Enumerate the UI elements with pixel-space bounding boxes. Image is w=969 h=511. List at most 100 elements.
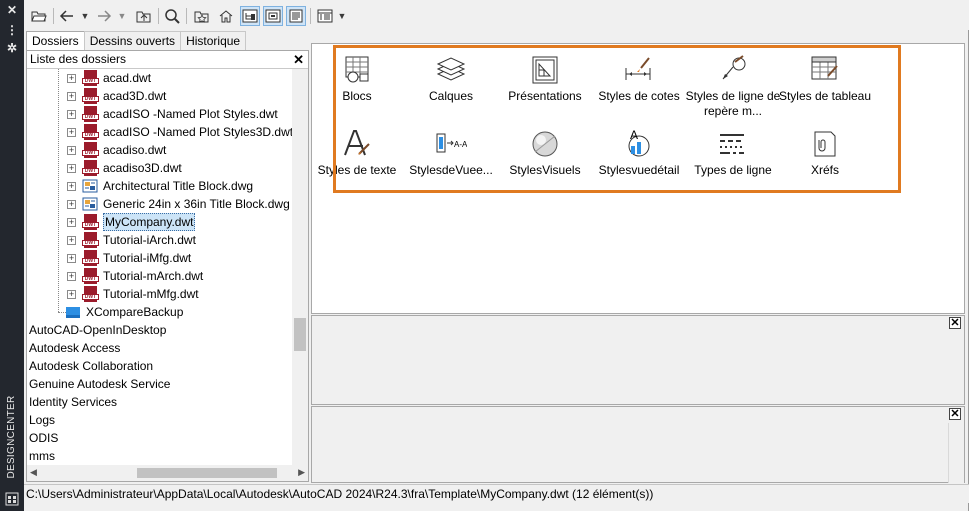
- status-bar: C:\Users\Administrateur\AppData\Local\Au…: [24, 484, 969, 503]
- home-button[interactable]: [216, 6, 236, 26]
- tree-folder-label: Autodesk Access: [29, 341, 121, 355]
- file-badge-text: DWT: [82, 114, 99, 120]
- tree-folder-label: AutoCAD-OpenInDesktop: [29, 323, 167, 337]
- chevron-down-icon: ▼: [117, 11, 127, 21]
- file-badge-text: DWT: [82, 132, 99, 138]
- scroll-left-icon[interactable]: ◀: [30, 467, 37, 478]
- file-badge-text: DWT: [82, 294, 99, 300]
- up-button[interactable]: [134, 6, 154, 26]
- close-icon[interactable]: ✕: [949, 408, 961, 420]
- scrollbar-thumb[interactable]: [137, 468, 277, 478]
- close-icon[interactable]: ✕: [0, 2, 24, 18]
- close-icon[interactable]: ✕: [949, 317, 961, 329]
- views-button[interactable]: [315, 6, 335, 26]
- tab-dessins-ouverts[interactable]: Dessins ouverts: [83, 31, 182, 50]
- file-badge-text: DWT: [82, 78, 99, 84]
- folder-tree: + DWT acad.dwt + DWT acad3D.dwt + DWT acadISO -N…: [27, 69, 292, 465]
- palette-title-bar: ✕ ⋮ ✲ DESIGNCENTER: [0, 0, 24, 511]
- horizontal-scrollbar[interactable]: ◀ ▶: [27, 465, 308, 481]
- expand-icon[interactable]: +: [67, 182, 76, 191]
- description-scrollbar[interactable]: [948, 423, 964, 483]
- folder-icon: [65, 305, 81, 319]
- expand-icon[interactable]: +: [67, 272, 76, 281]
- scrollbar-thumb[interactable]: [294, 318, 306, 351]
- settings-icon[interactable]: ✲: [0, 40, 24, 56]
- preview-pane: ✕: [311, 315, 965, 405]
- expand-icon[interactable]: +: [67, 74, 76, 83]
- folder-tree-header: Liste des dossiers ✕: [27, 51, 308, 69]
- expand-icon[interactable]: +: [67, 236, 76, 245]
- tree-item-label: acadISO -Named Plot Styles.dwt: [103, 107, 278, 121]
- dwt-file-icon: DWT: [82, 232, 99, 248]
- home-icon: [219, 10, 233, 23]
- preview-icon: [265, 9, 281, 23]
- tree-item-label: Tutorial-mMfg.dwt: [103, 287, 199, 301]
- toolbar: ▼ ▼ ▼: [24, 0, 969, 30]
- views-menu-button[interactable]: ▼: [336, 6, 348, 26]
- dwt-file-icon: DWT: [82, 124, 99, 140]
- description-pane: ✕: [311, 406, 965, 483]
- palette-title: DESIGNCENTER: [6, 395, 17, 479]
- tab-historique[interactable]: Historique: [180, 31, 247, 50]
- back-button[interactable]: [57, 6, 77, 26]
- file-badge-text: DWT: [82, 276, 99, 282]
- file-badge-text: DWT: [82, 96, 99, 102]
- folder-open-icon: [31, 11, 47, 22]
- expand-icon[interactable]: +: [67, 128, 76, 137]
- scroll-right-icon[interactable]: ▶: [298, 467, 305, 478]
- expand-icon[interactable]: +: [67, 146, 76, 155]
- tree-item-label: Generic 24in x 36in Title Block.dwg: [103, 197, 290, 211]
- tree-item-label: MyCompany.dwt: [103, 213, 196, 231]
- tab-dossiers[interactable]: Dossiers: [26, 31, 85, 51]
- file-badge-text: DWT: [82, 258, 99, 264]
- dwg-file-icon: [82, 197, 98, 211]
- tree-item-label: acadiso3D.dwt: [103, 161, 182, 175]
- search-icon: [165, 9, 180, 24]
- back-arrow-icon: [59, 10, 73, 22]
- designcenter-window: ▼ ▼ ▼ Dossiers Dessins ouverts Historiqu…: [24, 0, 969, 511]
- expand-icon[interactable]: +: [67, 290, 76, 299]
- description-icon: [289, 9, 303, 23]
- tree-item-label: acad3D.dwt: [103, 89, 167, 103]
- dwt-file-icon: DWT: [82, 142, 99, 158]
- tree-item-label: acadiso.dwt: [103, 143, 167, 157]
- forward-button[interactable]: [94, 6, 114, 26]
- dwt-file-icon: DWT: [82, 286, 99, 302]
- close-icon[interactable]: ✕: [293, 51, 304, 68]
- dwt-file-icon: DWT: [82, 250, 99, 266]
- expand-icon[interactable]: +: [67, 92, 76, 101]
- tree-item-label: Tutorial-mArch.dwt: [103, 269, 204, 283]
- back-menu-button[interactable]: ▼: [79, 6, 91, 26]
- description-button[interactable]: [286, 6, 306, 26]
- dwt-file-icon: DWT: [82, 88, 99, 104]
- tree-toggle-button[interactable]: [240, 6, 260, 26]
- views-icon: [317, 9, 333, 23]
- folder-tree-panel: Liste des dossiers ✕ + DWT acad.dwt + DWT aca…: [26, 50, 309, 482]
- expand-icon[interactable]: +: [67, 200, 76, 209]
- file-badge-text: DWT: [82, 168, 99, 174]
- expand-icon[interactable]: +: [67, 164, 76, 173]
- tree-item-label: Tutorial-iArch.dwt: [103, 233, 196, 247]
- palette-menu-icon[interactable]: [0, 492, 24, 508]
- open-folder-button[interactable]: [29, 6, 49, 26]
- tree-folder-label: Genuine Autodesk Service: [29, 377, 171, 391]
- tree-item-label: Architectural Title Block.dwg: [103, 179, 254, 193]
- tree-folder-label: Logs: [29, 413, 56, 427]
- expand-icon[interactable]: +: [67, 110, 76, 119]
- forward-menu-button[interactable]: ▼: [116, 6, 128, 26]
- search-button[interactable]: [162, 6, 182, 26]
- expand-icon[interactable]: +: [67, 254, 76, 263]
- chevron-down-icon: ▼: [337, 11, 347, 21]
- tree-item-label: XCompareBackup: [86, 305, 184, 319]
- up-folder-icon: [136, 11, 151, 23]
- expand-icon[interactable]: +: [67, 218, 76, 227]
- dwt-file-icon: DWT: [82, 268, 99, 284]
- tree-item-label: acad.dwt: [103, 71, 152, 85]
- vertical-scrollbar[interactable]: [292, 69, 308, 465]
- favorites-button[interactable]: [192, 6, 212, 26]
- file-badge-text: DWT: [82, 150, 99, 156]
- preview-button[interactable]: [263, 6, 283, 26]
- forward-arrow-icon: [98, 10, 112, 22]
- grip-icon[interactable]: ⋮: [0, 22, 24, 38]
- highlight-box: [333, 45, 901, 193]
